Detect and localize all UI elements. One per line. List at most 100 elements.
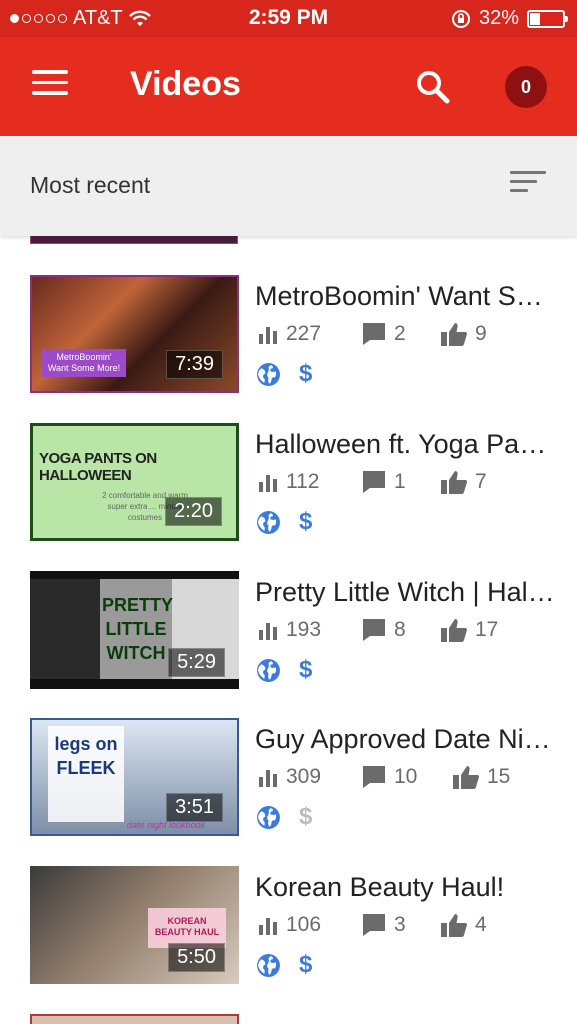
notification-badge[interactable]: 0	[505, 66, 547, 108]
bar-chart-icon	[259, 327, 277, 344]
comments-stat: 2	[362, 322, 406, 346]
video-list[interactable]: MetroBoomin' Want Some More! 7:39 MetroB…	[0, 236, 577, 1024]
likes-stat: 9	[441, 322, 487, 346]
bar-chart-icon	[259, 623, 277, 640]
video-flags: $	[256, 360, 312, 387]
views-stat: 227	[258, 322, 321, 346]
dollar-icon: $	[299, 656, 313, 683]
comment-icon	[363, 471, 385, 493]
thumbnail-caption: legs on FLEEK	[48, 726, 124, 822]
video-flags: $	[256, 656, 313, 683]
comments-stat: 1	[362, 470, 406, 494]
app-bar: Videos 0	[0, 37, 577, 136]
sort-label[interactable]: Most recent	[30, 172, 150, 199]
dollar-icon: $	[299, 508, 313, 535]
comment-icon	[363, 619, 385, 641]
sort-bar: Most recent	[0, 136, 577, 236]
comment-icon	[363, 914, 385, 936]
likes-count: 9	[475, 322, 487, 345]
menu-icon[interactable]	[32, 70, 68, 100]
video-duration: 3:51	[166, 793, 223, 822]
video-thumbnail[interactable]: legs on FLEEK date night lookbook 3:51	[30, 718, 239, 836]
likes-count: 4	[475, 913, 487, 936]
views-count: 112	[286, 470, 320, 493]
video-item[interactable]: MetroBoomin' Want Some More! 7:39 MetroB…	[0, 275, 577, 395]
video-item[interactable]: KOREAN BEAUTY HAUL 5:50 Korean Beauty Ha…	[0, 866, 577, 986]
video-thumbnail-partial[interactable]	[30, 236, 238, 244]
thumbs-up-icon	[453, 766, 479, 789]
bar-chart-icon	[259, 475, 277, 492]
thumbnail-caption: KOREAN BEAUTY HAUL	[148, 908, 226, 948]
rotation-lock-icon	[451, 9, 470, 28]
globe-icon	[257, 805, 280, 829]
comments-count: 10	[394, 765, 418, 788]
likes-stat: 15	[453, 765, 510, 789]
search-icon[interactable]	[413, 67, 453, 107]
video-flags: $	[256, 951, 313, 978]
globe-icon	[257, 953, 280, 977]
bar-chart-icon	[259, 770, 277, 787]
likes-stat: 17	[441, 618, 498, 642]
comments-count: 1	[394, 470, 406, 493]
video-duration: 5:29	[168, 648, 225, 677]
views-stat: 112	[258, 470, 319, 494]
likes-count: 7	[475, 470, 487, 493]
thumbs-up-icon	[441, 471, 467, 494]
globe-icon	[257, 362, 280, 386]
video-stats: 106 3 4	[258, 913, 558, 939]
globe-icon	[257, 510, 280, 534]
video-item[interactable]: legs on FLEEK date night lookbook 3:51 G…	[0, 718, 577, 838]
comments-stat: 3	[362, 913, 406, 937]
dollar-icon: $	[299, 951, 313, 978]
comments-stat: 8	[362, 618, 406, 642]
likes-stat: 7	[441, 470, 487, 494]
comment-icon	[363, 323, 385, 345]
video-title[interactable]: MetroBoomin' Want Some More!	[255, 281, 555, 312]
video-title[interactable]: Halloween ft. Yoga Pants	[255, 429, 555, 460]
likes-count: 15	[487, 765, 511, 788]
thumbs-up-icon	[441, 619, 467, 642]
thumbnail-caption: PRETTY LITTLE WITCH	[102, 595, 174, 663]
video-item[interactable]: YOGA PANTS ON HALLOWEEN 2 comfortable an…	[0, 423, 577, 543]
video-item[interactable]: PRETTY LITTLE WITCH 5:29 Pretty Little W…	[0, 571, 577, 691]
comments-count: 2	[394, 322, 406, 345]
views-stat: 193	[258, 618, 321, 642]
views-count: 227	[286, 322, 322, 345]
video-title[interactable]: Korean Beauty Haul!	[255, 872, 555, 903]
video-thumbnail[interactable]: PRETTY LITTLE WITCH 5:29	[30, 571, 239, 689]
video-thumbnail[interactable]: YOGA PANTS ON HALLOWEEN 2 comfortable an…	[30, 423, 239, 541]
thumbs-up-icon	[441, 323, 467, 346]
video-duration: 7:39	[166, 350, 223, 379]
comments-count: 8	[394, 618, 406, 641]
battery-percent: 32%	[478, 7, 519, 29]
video-stats: 193 8 17	[258, 618, 558, 644]
sort-icon[interactable]	[510, 171, 546, 197]
thumbnail-caption: YOGA PANTS ON HALLOWEEN	[39, 450, 157, 484]
video-title[interactable]: Guy Approved Date Night Lookbook	[255, 724, 555, 755]
video-thumbnail-partial[interactable]	[30, 1014, 239, 1024]
views-stat: 309	[258, 765, 321, 789]
thumbnail-caption: MetroBoomin' Want Some More!	[42, 349, 126, 377]
video-thumbnail[interactable]: KOREAN BEAUTY HAUL 5:50	[30, 866, 239, 984]
video-duration: 5:50	[168, 943, 225, 972]
video-flags: $	[256, 508, 313, 535]
battery-icon	[527, 9, 568, 28]
comments-stat: 10	[362, 765, 417, 789]
status-bar: AT&T 2:59 PM 32%	[0, 0, 577, 37]
video-stats: 309 10 15	[258, 765, 558, 791]
video-title[interactable]: Pretty Little Witch | Halloween	[255, 577, 555, 608]
page-title: Videos	[130, 65, 241, 103]
video-flags: $	[256, 803, 313, 830]
dollar-icon: $	[299, 803, 313, 830]
bar-chart-icon	[259, 918, 277, 935]
views-stat: 106	[258, 913, 321, 937]
globe-icon	[257, 658, 280, 682]
comments-count: 3	[394, 913, 406, 936]
likes-count: 17	[475, 618, 499, 641]
video-thumbnail[interactable]: MetroBoomin' Want Some More! 7:39	[30, 275, 239, 393]
views-count: 106	[286, 913, 322, 936]
likes-stat: 4	[441, 913, 487, 937]
video-duration: 2:20	[165, 497, 222, 526]
views-count: 309	[286, 765, 322, 788]
status-right: 32%	[451, 7, 568, 30]
